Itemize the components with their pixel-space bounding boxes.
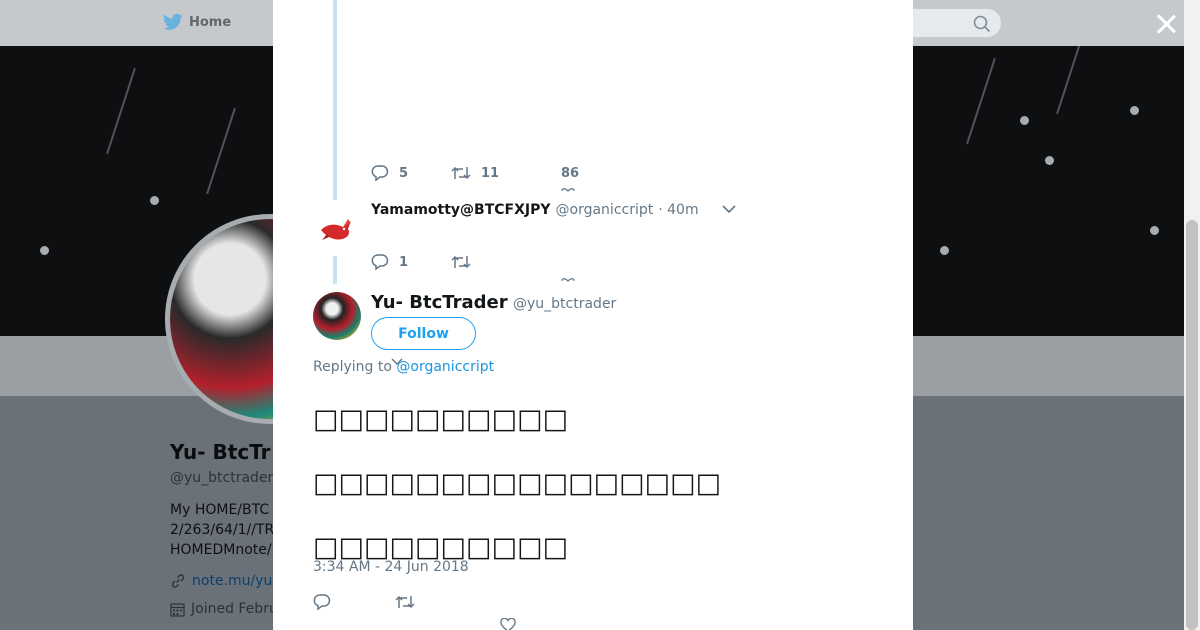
reply-icon bbox=[371, 254, 389, 271]
retweet-icon bbox=[451, 255, 471, 269]
retweet-icon bbox=[395, 595, 415, 609]
retweet-icon bbox=[451, 166, 471, 180]
reply-icon bbox=[313, 594, 331, 611]
reply-count: 5 bbox=[399, 165, 409, 181]
scrollbar-thumb[interactable] bbox=[1186, 220, 1198, 630]
follow-button[interactable]: Follow bbox=[371, 317, 476, 350]
reply-time[interactable]: · 40m bbox=[658, 202, 698, 218]
reply-count: 1 bbox=[399, 254, 409, 270]
reply-author-name[interactable]: Yamamotty@BTCFXJPY bbox=[371, 202, 551, 218]
reply-author-handle[interactable]: @organiccript bbox=[556, 202, 654, 218]
calendar-icon bbox=[170, 602, 185, 617]
nav-home-label: Home bbox=[189, 14, 232, 30]
nav-home[interactable]: Home bbox=[163, 13, 231, 31]
heart-icon[interactable] bbox=[500, 618, 516, 630]
thread-line bbox=[333, 256, 337, 284]
link-icon bbox=[171, 574, 185, 588]
replying-to-prefix: Replying to bbox=[313, 359, 392, 375]
profile-bio-line: 2/263/64/1//TR bbox=[170, 522, 275, 538]
tweet-actions bbox=[313, 593, 415, 611]
reply-tweet-actions: 1 bbox=[371, 253, 471, 271]
profile-link[interactable]: note.mu/yu bbox=[170, 573, 272, 589]
profile-bio-line: HOMEDMnote/ bbox=[170, 542, 272, 558]
retweet-count: 11 bbox=[481, 165, 500, 181]
profile-bio-line: My HOME/BTC bbox=[170, 502, 270, 518]
reply-button[interactable]: 1 bbox=[371, 253, 451, 271]
profile-handle: @yu_btctrader bbox=[170, 470, 274, 486]
tweet-modal: 5 11 86 Yamamotty@BTCFXJPY @organiccript… bbox=[273, 0, 913, 630]
like-button[interactable]: 86 bbox=[561, 166, 579, 181]
profile-name: Yu- BtcTr bbox=[170, 440, 271, 464]
twitter-bird-icon bbox=[163, 13, 183, 30]
tweet-text-line: □□□□□□□□□□ bbox=[313, 404, 569, 435]
retweet-button[interactable]: 11 bbox=[451, 165, 561, 181]
thread-line bbox=[333, 0, 337, 200]
tweet-author-name[interactable]: Yu- BtcTrader bbox=[371, 292, 508, 313]
tweet-timestamp[interactable]: 3:34 AM - 24 Jun 2018 bbox=[313, 559, 469, 575]
parent-tweet-actions: 5 11 86 bbox=[371, 164, 579, 182]
reply-button[interactable] bbox=[313, 593, 395, 611]
heart-icon[interactable] bbox=[560, 276, 576, 282]
tweet-text: □□□□□□□□□□ □□□□□□□□□□□□□□□□ □□□□□□□□□□ bbox=[313, 388, 721, 580]
like-count: 86 bbox=[561, 165, 580, 181]
search-icon bbox=[973, 15, 991, 33]
retweet-button[interactable] bbox=[395, 594, 415, 610]
chevron-down-icon[interactable] bbox=[722, 204, 736, 214]
profile-joined-text: Joined Febru bbox=[191, 601, 278, 617]
replying-to-handle[interactable]: @organiccript bbox=[396, 359, 494, 375]
avatar[interactable] bbox=[313, 206, 357, 250]
reply-tweet-header: Yamamotty@BTCFXJPY @organiccript · 40m bbox=[371, 202, 699, 218]
retweet-button[interactable] bbox=[451, 254, 471, 270]
profile-joined: Joined Febru bbox=[170, 601, 278, 617]
search-field[interactable] bbox=[900, 8, 1002, 38]
tweet-author-handle[interactable]: @yu_btctrader bbox=[513, 296, 616, 312]
replying-to: Replying to @organiccript bbox=[313, 359, 494, 375]
profile-bio: My HOME/BTC 2/263/64/1//TR HOMEDMnote/ bbox=[170, 500, 274, 560]
profile-link-text: note.mu/yu bbox=[192, 573, 273, 589]
close-icon[interactable] bbox=[1152, 10, 1180, 38]
reply-icon bbox=[371, 165, 389, 182]
avatar[interactable] bbox=[313, 292, 361, 340]
reply-button[interactable]: 5 bbox=[371, 164, 451, 182]
tweet-text-line: □□□□□□□□□□□□□□□□ bbox=[313, 468, 722, 499]
heart-icon bbox=[561, 188, 575, 192]
